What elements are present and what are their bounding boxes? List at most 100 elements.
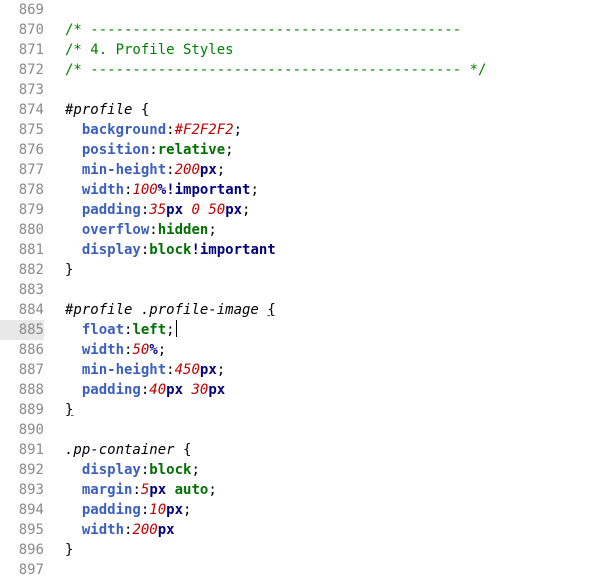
line-number-text: 882: [18, 262, 44, 278]
code-text[interactable]: padding:10px;: [65, 500, 192, 520]
code-text[interactable]: width:200px: [65, 520, 175, 540]
code-text[interactable]: /* -------------------------------------…: [65, 20, 461, 40]
code-line[interactable]: 894 padding:10px;: [0, 500, 600, 520]
line-number-text: 880: [18, 222, 44, 238]
line-number: 891: [0, 440, 44, 460]
code-line[interactable]: 873: [0, 80, 600, 100]
code-token: padding: [65, 502, 141, 518]
line-number-text: 881: [18, 242, 44, 258]
code-token: 0: [191, 202, 200, 218]
code-text[interactable]: }: [65, 260, 73, 280]
code-token: :: [166, 362, 175, 378]
code-line[interactable]: 876 position:relative;: [0, 140, 600, 160]
code-text[interactable]: min-height:450px;: [65, 360, 225, 380]
code-line[interactable]: 877 min-height:200px;: [0, 160, 600, 180]
code-line[interactable]: 890: [0, 420, 600, 440]
code-line[interactable]: 874 #profile {: [0, 100, 600, 120]
line-number-text: 893: [18, 482, 44, 498]
line-number: 896: [0, 540, 44, 560]
code-text[interactable]: /* 4. Profile Styles: [65, 40, 234, 60]
code-text[interactable]: .pp-container {: [65, 440, 191, 460]
code-line[interactable]: 870 /* ----------------------------------…: [0, 20, 600, 40]
code-token: min-height: [65, 362, 167, 378]
code-line[interactable]: 891 .pp-container {: [0, 440, 600, 460]
code-text[interactable]: padding:35px 0 50px;: [65, 200, 251, 220]
code-line[interactable]: 878 width:100%!important;: [0, 180, 600, 200]
code-token: px: [199, 362, 217, 378]
code-text[interactable]: width:100%!important;: [65, 180, 259, 200]
code-line[interactable]: 892 display:block;: [0, 460, 600, 480]
code-token: ;: [208, 482, 217, 498]
code-token: left: [132, 322, 167, 338]
code-line[interactable]: 882}: [0, 260, 600, 280]
code-line[interactable]: 869: [0, 0, 600, 20]
code-text[interactable]: padding:40px 30px: [65, 380, 225, 400]
code-token: 50: [132, 342, 150, 358]
code-line[interactable]: 881 display:block!important: [0, 240, 600, 260]
code-token: position: [65, 142, 150, 158]
code-line[interactable]: 885 float:left;: [0, 320, 600, 340]
code-token: ;: [157, 342, 167, 358]
code-token: 10: [149, 502, 167, 518]
code-line[interactable]: 886 width:50%;: [0, 340, 600, 360]
code-line[interactable]: 879 padding:35px 0 50px;: [0, 200, 600, 220]
code-line[interactable]: 897: [0, 560, 600, 580]
code-token: block: [149, 242, 192, 258]
line-number: 887: [0, 360, 44, 380]
code-token: hidden: [157, 222, 209, 238]
code-text[interactable]: }: [65, 540, 73, 560]
code-line[interactable]: 880 overflow:hidden;: [0, 220, 600, 240]
code-editor[interactable]: 869 870 /* -------------------------------…: [0, 0, 600, 578]
line-number: 892: [0, 460, 44, 480]
code-token: %: [149, 342, 158, 358]
code-text[interactable]: min-height:200px;: [65, 160, 225, 180]
line-number: 870: [0, 20, 44, 40]
code-text[interactable]: margin:5px auto;: [65, 480, 217, 500]
code-token: ;: [183, 502, 192, 518]
code-token: px: [166, 382, 184, 398]
code-text[interactable]: /* -------------------------------------…: [65, 60, 486, 80]
line-number-text: 870: [18, 22, 44, 38]
code-token: display: [65, 462, 141, 478]
line-number: 886: [0, 340, 44, 360]
line-number-text: 869: [18, 2, 44, 18]
code-line[interactable]: 895 width:200px: [0, 520, 600, 540]
code-text[interactable]: #profile .profile-image {: [65, 300, 276, 320]
code-token: overflow: [65, 222, 150, 238]
code-line[interactable]: 871 /* 4. Profile Styles: [0, 40, 600, 60]
line-number: 878: [0, 180, 44, 200]
code-token: px: [225, 202, 243, 218]
line-number-text: 886: [18, 342, 44, 358]
code-token: float: [65, 322, 125, 338]
code-line[interactable]: 872 /* ----------------------------------…: [0, 60, 600, 80]
code-token: width: [65, 522, 125, 538]
code-line[interactable]: 888 padding:40px 30px: [0, 380, 600, 400]
code-text[interactable]: display:block;: [65, 460, 200, 480]
code-line[interactable]: 875 background:#F2F2F2;: [0, 120, 600, 140]
code-token: px: [208, 382, 226, 398]
code-token: relative: [157, 142, 226, 158]
code-text[interactable]: position:relative;: [65, 140, 234, 160]
code-token: background: [65, 122, 167, 138]
code-line[interactable]: 893 margin:5px auto;: [0, 480, 600, 500]
code-line[interactable]: 887 min-height:450px;: [0, 360, 600, 380]
code-line[interactable]: 889}: [0, 400, 600, 420]
code-text[interactable]: #profile {: [65, 100, 149, 120]
code-text[interactable]: display:block!important: [65, 240, 276, 260]
code-text[interactable]: width:50%;: [65, 340, 166, 360]
code-text[interactable]: overflow:hidden;: [65, 220, 217, 240]
code-token: ;: [242, 202, 251, 218]
line-number: 897: [0, 560, 44, 580]
code-text[interactable]: }: [65, 400, 73, 420]
code-line[interactable]: 884 #profile .profile-image {: [0, 300, 600, 320]
code-line[interactable]: 896}: [0, 540, 600, 560]
line-number-text: 875: [18, 122, 44, 138]
code-text[interactable]: float:left;: [65, 320, 177, 340]
code-token: :: [132, 482, 141, 498]
code-token: padding: [65, 202, 141, 218]
line-number: 876: [0, 140, 44, 160]
code-line[interactable]: 883: [0, 280, 600, 300]
code-token: !important: [191, 242, 276, 258]
code-text[interactable]: background:#F2F2F2;: [65, 120, 242, 140]
code-token: ;: [208, 222, 217, 238]
